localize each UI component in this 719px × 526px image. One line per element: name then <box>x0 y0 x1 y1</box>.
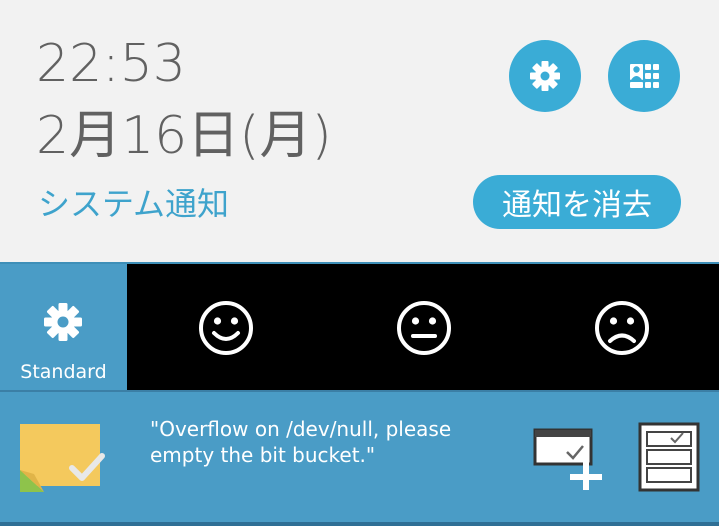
clear-notifications-button[interactable]: 通知を消去 <box>473 175 681 229</box>
mode-bar: Standard <box>0 264 719 390</box>
gear-icon <box>530 61 560 91</box>
smiley-sad-icon[interactable] <box>594 300 650 356</box>
clock-date: 2月16日(月) <box>36 106 332 166</box>
mode-standard-tab[interactable]: Standard <box>0 264 127 390</box>
cabinet-icon[interactable] <box>638 422 700 494</box>
notification-divider <box>0 522 719 526</box>
contacts-button[interactable] <box>608 40 680 112</box>
contacts-grid-icon <box>630 64 659 88</box>
notification-message: "Overflow on /dev/null, please empty the… <box>150 417 452 467</box>
mode-standard-label: Standard <box>20 361 107 383</box>
system-notification-title: システム通知 <box>38 185 230 223</box>
settings-button[interactable] <box>509 40 581 112</box>
smiley-happy-icon[interactable] <box>198 300 254 356</box>
notification-header: 22:53 2月16日(月) システム通知 通知を消去 <box>0 0 719 264</box>
smiley-neutral-icon[interactable] <box>396 300 452 356</box>
gear-icon <box>44 303 82 341</box>
sticky-note-icon <box>20 424 105 492</box>
notification-card[interactable]: "Overflow on /dev/null, please empty the… <box>0 390 719 526</box>
clock-time: 22:53 <box>36 34 186 94</box>
add-window-icon[interactable] <box>533 428 605 490</box>
